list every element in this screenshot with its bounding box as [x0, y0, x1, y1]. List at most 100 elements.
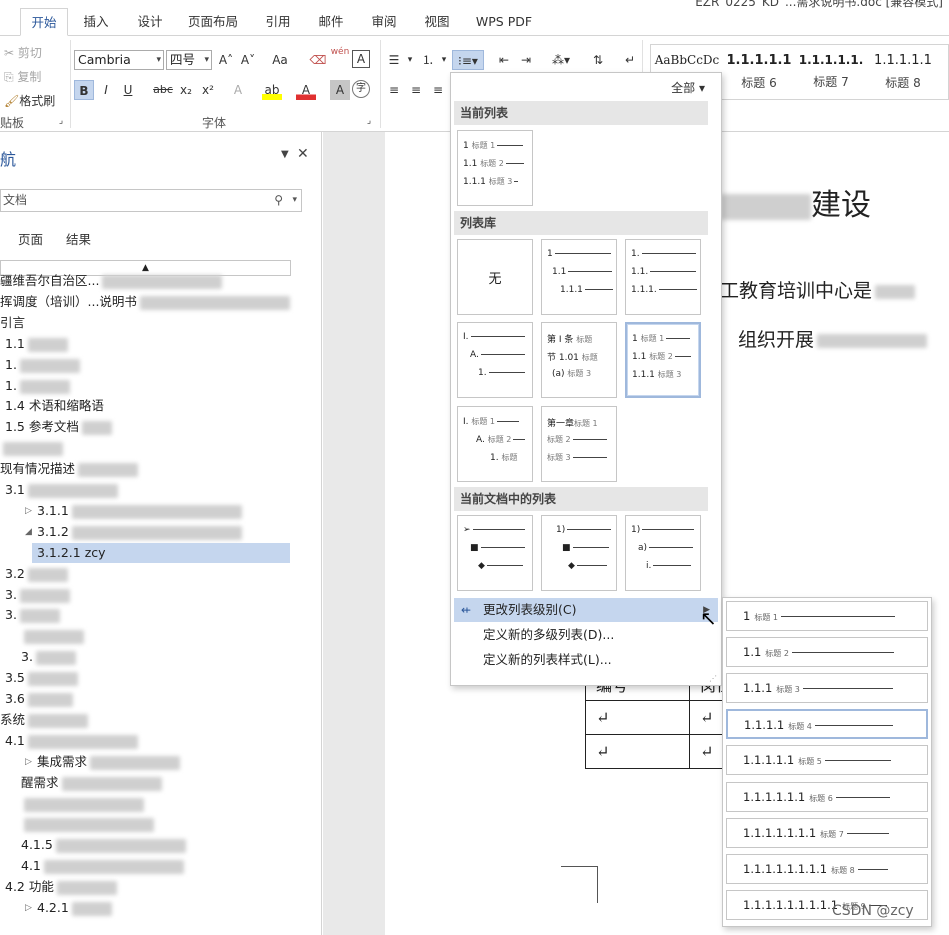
strikethrough-button[interactable]: abc: [150, 80, 176, 100]
change-list-level-menu-item[interactable]: ⇷ 更改列表级别(C) ▶: [454, 598, 718, 622]
nav-heading-item[interactable]: 醒需求: [21, 773, 162, 793]
nav-heading-item[interactable]: 4.2 功能: [5, 877, 117, 897]
expand-triangle-icon[interactable]: ▷: [25, 757, 32, 767]
enclose-characters-button[interactable]: 字: [352, 80, 370, 98]
list-thumb-chapter[interactable]: 第一章标题 1 标题 2 标题 3: [541, 406, 617, 482]
list-level-option[interactable]: 1.1.1.1.1 标题 5: [726, 745, 928, 775]
nav-heading-item[interactable]: 3.1.2: [21, 522, 242, 542]
chevron-down-icon[interactable]: ▾: [404, 50, 416, 70]
font-color-button[interactable]: A: [296, 80, 316, 100]
nav-heading-item[interactable]: 3.1: [5, 480, 118, 500]
list-thumb-roman[interactable]: I. A. 1.: [457, 322, 533, 398]
nav-heading-item[interactable]: 4.1: [5, 731, 138, 751]
grow-font-button[interactable]: A˄: [216, 50, 236, 70]
bold-button[interactable]: B: [74, 80, 94, 100]
nav-heading-item[interactable]: [21, 794, 144, 814]
list-thumb-doc-alpha[interactable]: 1) a) i.: [625, 515, 701, 591]
list-level-option[interactable]: 1.1 标题 2: [726, 637, 928, 667]
tab-layout[interactable]: 页面布局: [181, 8, 245, 36]
list-thumb-current[interactable]: 1 标题 1 1.1 标题 2 1.1.1 标题 3: [457, 130, 533, 206]
italic-button[interactable]: I: [96, 80, 116, 100]
pinyin-guide-button[interactable]: wén: [330, 46, 350, 66]
list-thumb-article[interactable]: 第 Ⅰ 条 标题 节 1.01 标题 (a) 标题 3: [541, 322, 617, 398]
nav-heading-item[interactable]: [0, 438, 63, 458]
underline-button[interactable]: U: [118, 80, 138, 100]
nav-heading-item[interactable]: 4.1: [21, 856, 184, 876]
nav-heading-item[interactable]: 疆维吾尔自治区...: [0, 271, 223, 291]
expand-triangle-icon[interactable]: ▷: [25, 903, 32, 913]
nav-heading-item[interactable]: 3.1.2.1 zcy: [32, 543, 290, 563]
eraser-icon[interactable]: ⌫: [308, 50, 328, 70]
table-cell[interactable]: ↵: [585, 734, 690, 769]
chinese-layout-icon[interactable]: ⁂▾: [546, 50, 576, 70]
highlight-button[interactable]: ab: [262, 80, 282, 100]
nav-search-input[interactable]: 文档 ⚲ ▾: [0, 189, 302, 212]
list-thumb-numeric[interactable]: 1 1.1 1.1.1: [541, 239, 617, 315]
list-level-option[interactable]: 1.1.1.1.1.1.1 标题 7: [726, 818, 928, 848]
nav-heading-item[interactable]: 3.: [5, 605, 60, 625]
list-level-option[interactable]: 1.1.1.1.1.1.1.1 标题 8: [726, 854, 928, 884]
nav-tab-pages[interactable]: 页面: [18, 229, 43, 248]
search-icon[interactable]: ⚲: [274, 190, 283, 211]
nav-heading-item[interactable]: 系统: [0, 710, 89, 730]
nav-heading-item[interactable]: 1.: [5, 355, 80, 375]
nav-heading-item[interactable]: 3.: [5, 585, 70, 605]
format-painter-button[interactable]: 🖌格式刷: [4, 92, 55, 109]
multilevel-list-button[interactable]: ⁝≡▾: [452, 50, 484, 70]
list-level-option[interactable]: 1.1.1.1.1.1 标题 6: [726, 782, 928, 812]
list-thumb-doc-paren[interactable]: 1) ■ ◆: [541, 515, 617, 591]
resize-grip-icon[interactable]: ⋰: [709, 674, 717, 683]
font-size-combo[interactable]: 四号 ▾: [166, 50, 212, 70]
tab-mailings[interactable]: 邮件: [309, 8, 353, 36]
nav-heading-item[interactable]: 1.1: [5, 334, 68, 354]
tab-review[interactable]: 审阅: [362, 8, 406, 36]
list-level-option[interactable]: 1.1.1.1 标题 4: [726, 709, 928, 739]
list-thumb-doc-bullets[interactable]: ➢ ■ ◆: [457, 515, 533, 591]
nav-heading-item[interactable]: 4.2.1: [21, 898, 112, 918]
increase-indent-icon[interactable]: ⇥: [516, 50, 536, 70]
align-right-icon[interactable]: ≡: [428, 80, 448, 100]
chevron-down-icon[interactable]: ▾: [438, 50, 450, 70]
collapse-triangle-icon[interactable]: ◢: [25, 527, 32, 537]
nav-heading-item[interactable]: 挥调度（培训）...说明书: [0, 292, 290, 312]
character-border-button[interactable]: A: [352, 50, 370, 68]
define-list-style-menu-item[interactable]: 定义新的列表样式(L)...: [454, 648, 718, 672]
style-heading-6[interactable]: 1.1.1.1.1 标题 6: [723, 49, 795, 97]
nav-heading-item[interactable]: [21, 626, 84, 646]
list-thumb-numeric-dots[interactable]: 1. 1.1. 1.1.1.: [625, 239, 701, 315]
style-heading-8[interactable]: 1.1.1.1.1 标题 8: [867, 49, 939, 97]
numbering-icon[interactable]: ⒈: [418, 50, 438, 70]
character-shading-button[interactable]: A: [330, 80, 350, 100]
change-case-button[interactable]: Aa: [264, 50, 296, 70]
nav-heading-item[interactable]: 1.5 参考文档: [5, 417, 112, 437]
nav-tab-results[interactable]: 结果: [66, 229, 91, 248]
text-effects-icon[interactable]: A: [228, 80, 248, 100]
nav-heading-item[interactable]: 3.1.1: [21, 501, 242, 521]
nav-heading-item[interactable]: 3.6: [5, 689, 73, 709]
show-marks-icon[interactable]: ↵: [620, 50, 640, 70]
list-filter-dropdown[interactable]: 全部 ▾: [671, 79, 705, 96]
chevron-down-icon[interactable]: ▾: [292, 190, 297, 211]
nav-heading-item[interactable]: 集成需求: [21, 752, 181, 772]
nav-heading-item[interactable]: [21, 814, 154, 834]
list-thumb-heading-numeric[interactable]: 1 标题 1 1.1 标题 2 1.1.1 标题 3: [625, 322, 701, 398]
nav-heading-item[interactable]: 现有情况描述: [0, 459, 139, 479]
list-level-option[interactable]: 1.1.1 标题 3: [726, 673, 928, 703]
tab-references[interactable]: 引用: [256, 8, 300, 36]
sort-icon[interactable]: ⇅: [588, 50, 608, 70]
style-heading-7[interactable]: 1.1.1.1.1. 标题 7: [795, 49, 867, 97]
tab-home[interactable]: 开始: [20, 8, 68, 36]
list-thumb-none[interactable]: 无: [457, 239, 533, 315]
align-center-icon[interactable]: ≡: [406, 80, 426, 100]
dialog-launcher-icon[interactable]: ⌟: [362, 114, 376, 128]
nav-heading-item[interactable]: 4.1.5: [21, 835, 186, 855]
align-left-icon[interactable]: ≡: [384, 80, 404, 100]
define-multilevel-list-menu-item[interactable]: 定义新的多级列表(D)...: [454, 623, 718, 647]
close-icon[interactable]: ✕: [297, 146, 309, 162]
shrink-font-button[interactable]: A˅: [238, 50, 258, 70]
list-thumb-roman-heading[interactable]: I. 标题 1 A. 标题 2 1. 标题: [457, 406, 533, 482]
nav-heading-item[interactable]: 1.: [5, 376, 70, 396]
tab-insert[interactable]: 插入: [74, 8, 118, 36]
bullets-icon[interactable]: ☰: [384, 50, 404, 70]
copy-button[interactable]: ⎘ 复制: [4, 68, 41, 85]
